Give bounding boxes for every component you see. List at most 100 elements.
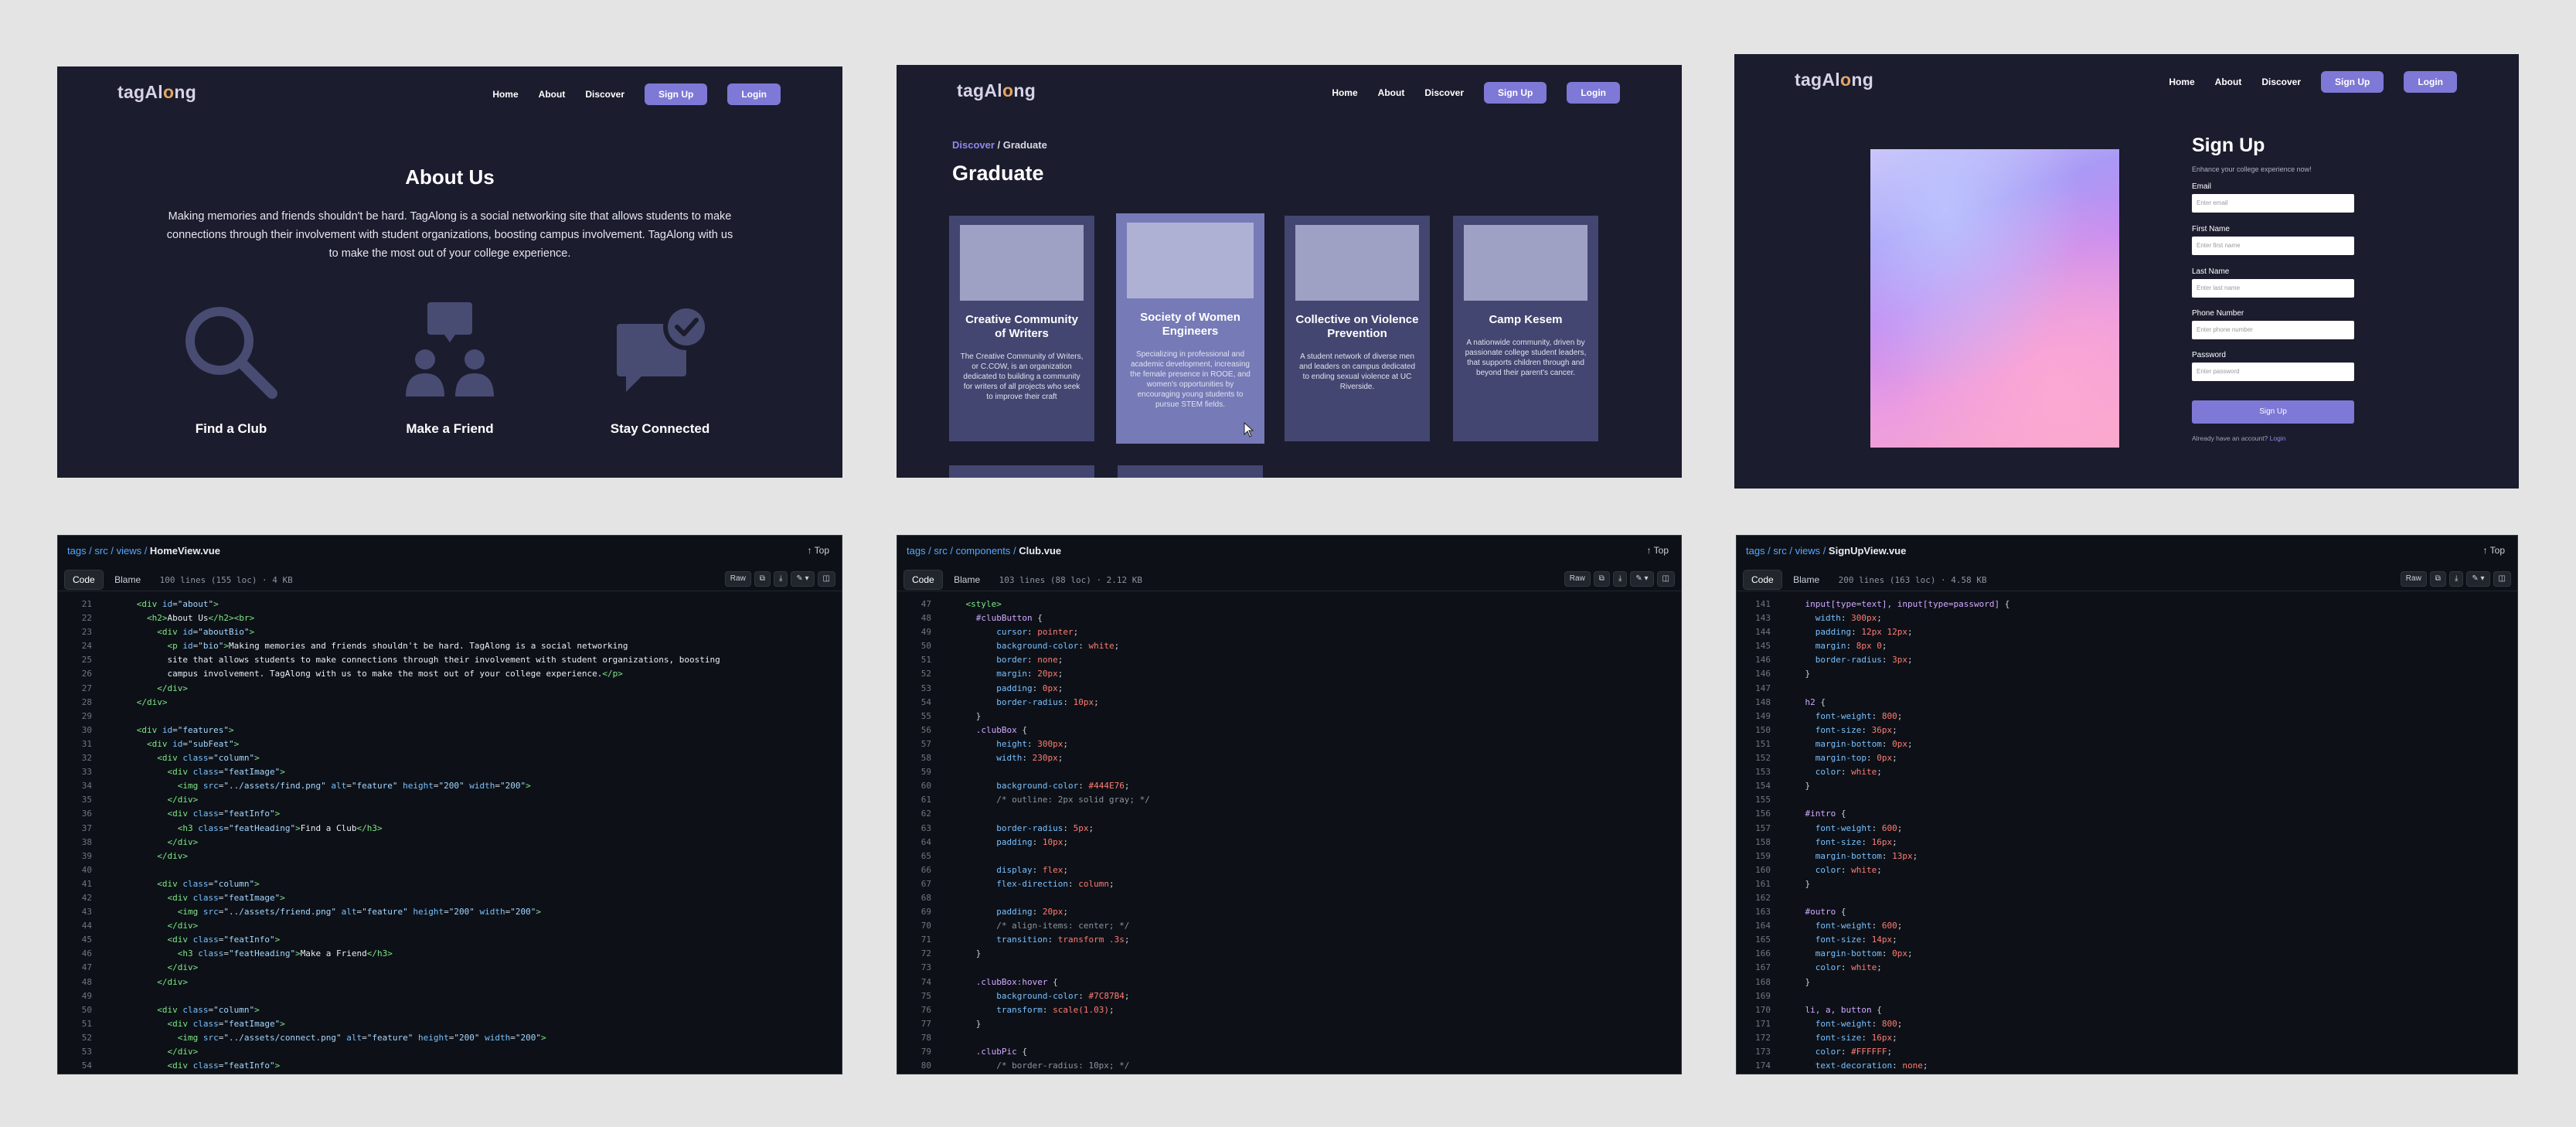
club-name: Society of Women Engineers (1140, 311, 1240, 338)
tab-blame[interactable]: Blame (946, 570, 988, 589)
nav-home[interactable]: Home (1332, 87, 1357, 98)
feature-find-club: Find a Club (138, 302, 324, 437)
download-icon[interactable]: ⤓ (773, 571, 788, 587)
raw-button[interactable]: Raw (2400, 571, 2427, 587)
submit-signup-button[interactable]: Sign Up (2192, 400, 2354, 424)
club-name: Collective on Violence Prevention (1295, 313, 1419, 340)
people-chat-icon (406, 302, 494, 397)
login-button[interactable]: Login (1567, 82, 1620, 104)
about-description: Making memories and friends shouldn't be… (166, 210, 733, 260)
signup-page-screenshot: tagAlong Home About Discover Sign Up Log… (1734, 54, 2519, 489)
edit-icon[interactable]: ✎ ▾ (2466, 571, 2490, 587)
nav-about[interactable]: About (2215, 77, 2242, 87)
download-icon[interactable]: ⤓ (2448, 571, 2464, 587)
club-description: A student network of diverse men and lea… (1298, 352, 1416, 391)
tab-code[interactable]: Code (64, 570, 104, 590)
club-image (1127, 223, 1254, 298)
club-name: Creative Community of Writers (965, 313, 1078, 340)
file-path[interactable]: tags / src / views / (1746, 545, 1829, 557)
file-path[interactable]: tags / src / views / (67, 545, 150, 557)
copy-icon[interactable]: ⧉ (754, 571, 771, 587)
top-label: Top (1653, 545, 1669, 556)
download-icon[interactable]: ⤓ (1612, 571, 1628, 587)
file-path[interactable]: tags / src / components / (907, 545, 1019, 557)
tab-blame[interactable]: Blame (1785, 570, 1827, 589)
field-label: Password (2192, 351, 2226, 359)
phone-input[interactable]: Enter phone number (2192, 321, 2354, 339)
nav-home[interactable]: Home (2169, 77, 2194, 87)
logo-o: o (1002, 80, 1014, 100)
nav-about[interactable]: About (539, 89, 566, 100)
signup-button[interactable]: Sign Up (1484, 82, 1547, 104)
graduate-page-screenshot: tagAlong Home About Discover Sign Up Log… (897, 65, 1682, 478)
edit-icon[interactable]: ✎ ▾ (791, 571, 815, 587)
nav-about[interactable]: About (1378, 87, 1405, 98)
edit-icon[interactable]: ✎ ▾ (1630, 571, 1654, 587)
file-name: SignUpView.vue (1828, 545, 1907, 557)
email-input[interactable]: Enter email (2192, 194, 2354, 213)
code-toolbar: Code Blame 100 lines (155 loc) · 4 KB Ra… (58, 567, 842, 591)
symbols-panel-icon[interactable]: ◫ (1656, 571, 1675, 587)
code-toolbar: Code Blame 200 lines (163 loc) · 4.58 KB… (1737, 567, 2517, 591)
tab-code[interactable]: Code (1743, 570, 1782, 590)
raw-button[interactable]: Raw (724, 571, 751, 587)
form-subtitle: Enhance your college experience now! (2192, 165, 2312, 173)
logo[interactable]: tagAlong (1795, 70, 1873, 90)
code-viewer-club: tags / src / components / Club.vue ↑ Top… (897, 535, 1682, 1074)
password-input[interactable]: Enter password (2192, 363, 2354, 381)
club-image (960, 225, 1084, 301)
logo-text-end: ng (174, 82, 197, 102)
field-label: Email (2192, 182, 2212, 191)
login-button[interactable]: Login (727, 83, 781, 105)
tab-code[interactable]: Code (903, 570, 943, 590)
login-button[interactable]: Login (2404, 71, 2457, 93)
last-name-input[interactable]: Enter last name (2192, 279, 2354, 298)
first-name-input[interactable]: Enter first name (2192, 237, 2354, 255)
club-card[interactable]: Creative Community of Writers The Creati… (949, 216, 1094, 441)
club-card[interactable]: Camp Kesem A nationwide community, drive… (1453, 216, 1598, 441)
file-name: Club.vue (1019, 545, 1062, 557)
top-link[interactable]: ↑ Top (808, 545, 829, 556)
club-description: Specializing in professional and academi… (1130, 350, 1251, 409)
nav-discover[interactable]: Discover (585, 89, 624, 100)
symbols-panel-icon[interactable]: ◫ (817, 571, 835, 587)
login-link[interactable]: Login (2270, 434, 2286, 442)
nav-discover[interactable]: Discover (2261, 77, 2301, 87)
navbar: tagAlong Home About Discover Sign Up Log… (1734, 54, 2519, 108)
logo-text-end: ng (1851, 70, 1874, 90)
logo[interactable]: tagAlong (957, 80, 1036, 101)
top-label: Top (814, 545, 829, 556)
navbar: tagAlong Home About Discover Sign Up Log… (57, 66, 842, 121)
logo-text-end: ng (1013, 80, 1036, 100)
club-description: A nationwide community, driven by passio… (1465, 339, 1587, 377)
top-link[interactable]: ↑ Top (2483, 545, 2505, 556)
breadcrumb-discover[interactable]: Discover (952, 139, 995, 151)
raw-button[interactable]: Raw (1564, 571, 1591, 587)
copy-icon[interactable]: ⧉ (1593, 571, 1610, 587)
feature-label: Find a Club (195, 421, 267, 436)
club-card-partial[interactable] (949, 465, 1094, 478)
logo[interactable]: tagAlong (117, 82, 196, 103)
symbols-panel-icon[interactable]: ◫ (2493, 571, 2511, 587)
signup-button[interactable]: Sign Up (2321, 71, 2384, 93)
code-viewer-signupview: tags / src / views / SignUpView.vue ↑ To… (1736, 535, 2518, 1074)
club-image (1295, 225, 1419, 301)
copy-icon[interactable]: ⧉ (2429, 571, 2446, 587)
file-breadcrumb: tags / src / components / Club.vue (897, 536, 1681, 564)
login-prompt-text: Already have an account? (2192, 434, 2268, 442)
club-card-partial[interactable] (1118, 465, 1263, 478)
phone-field: Phone Number Enter phone number (2192, 309, 2354, 339)
page-title: Graduate (952, 162, 1044, 185)
tab-blame[interactable]: Blame (107, 570, 148, 589)
nav-discover[interactable]: Discover (1424, 87, 1464, 98)
club-card[interactable]: Collective on Violence Prevention A stud… (1285, 216, 1430, 441)
club-card-hovered[interactable]: Society of Women Engineers Specializing … (1116, 213, 1264, 444)
breadcrumb: Discover / Graduate (952, 139, 1047, 151)
club-name: Camp Kesem (1489, 313, 1563, 326)
nav-home[interactable]: Home (492, 89, 518, 100)
signup-button[interactable]: Sign Up (645, 83, 708, 105)
feature-stay-connected: Stay Connected (567, 302, 753, 437)
top-link[interactable]: ↑ Top (1647, 545, 1669, 556)
file-meta: 100 lines (155 loc) · 4 KB (159, 575, 293, 585)
code-lines: 47 <style> 48 #clubButton { 49 cursor: p… (920, 599, 1150, 1071)
